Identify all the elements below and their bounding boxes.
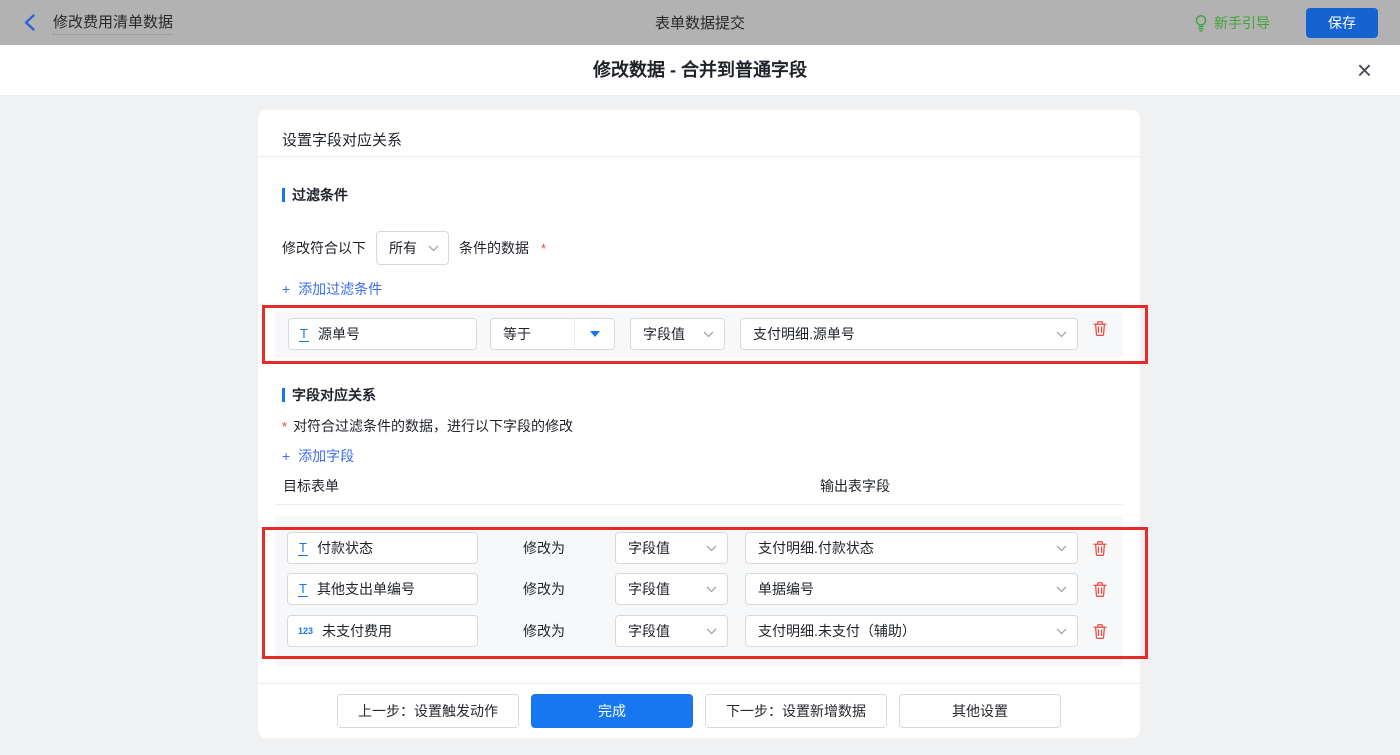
text-field-type-icon: T: [298, 582, 308, 597]
plus-icon: +: [282, 281, 290, 297]
filter-operator-select[interactable]: 等于: [490, 318, 615, 350]
value-type-select[interactable]: 字段值: [615, 615, 728, 647]
filter-match-row: 修改符合以下 所有 条件的数据 *: [282, 231, 546, 265]
chevron-down-icon: [706, 628, 717, 635]
dialog-body: 设置字段对应关系 过滤条件 修改符合以下 所有 条件的数据 * +添加过滤条件 …: [0, 95, 1400, 755]
save-button[interactable]: 保存: [1306, 8, 1378, 38]
chevron-down-icon: [1056, 586, 1067, 593]
filter-value-type-select[interactable]: 字段值: [630, 318, 725, 350]
caret-down-icon: [590, 331, 600, 337]
filter-value-select[interactable]: 支付明细.源单号: [740, 318, 1078, 350]
value-type-select[interactable]: 字段值: [615, 532, 728, 564]
target-field-input[interactable]: T 其他支出单编号: [287, 573, 478, 605]
filter-conditions-list: T 源单号 等于 字段值 支付明细.源单号: [275, 311, 1123, 358]
delete-row-icon[interactable]: [1091, 580, 1109, 598]
number-field-type-icon: 123: [298, 626, 313, 636]
delete-row-icon[interactable]: [1091, 622, 1109, 640]
text-field-type-icon: T: [298, 541, 308, 556]
delete-filter-row-icon[interactable]: [1091, 319, 1109, 337]
section-bar-icon: [282, 388, 285, 402]
target-field-input[interactable]: T 付款状态: [287, 532, 478, 564]
modify-to-label: 修改为: [523, 532, 565, 564]
modify-to-label: 修改为: [523, 573, 565, 605]
panel-title: 设置字段对应关系: [282, 129, 402, 150]
field-mapping-row: T 其他支出单编号 修改为 字段值 单据编号: [275, 573, 1123, 605]
dialog-title: 修改数据 - 合并到普通字段: [0, 45, 1400, 95]
output-field-select[interactable]: 单据编号: [745, 573, 1078, 605]
settings-panel: 设置字段对应关系 过滤条件 修改符合以下 所有 条件的数据 * +添加过滤条件 …: [258, 110, 1140, 738]
text-field-type-icon: T: [299, 327, 309, 342]
field-mapping-row: 123 未支付费用 修改为 字段值 支付明细.未支付（辅助）: [275, 615, 1123, 647]
required-asterisk: *: [282, 419, 287, 434]
next-step-button[interactable]: 下一步：设置新增数据: [705, 694, 887, 728]
chevron-down-icon: [428, 245, 439, 252]
mapping-section-title: 字段对应关系: [282, 385, 376, 405]
dialog-header: 修改数据 - 合并到普通字段 ×: [0, 45, 1400, 95]
other-settings-button[interactable]: 其他设置: [899, 694, 1061, 728]
match-mode-select[interactable]: 所有: [376, 231, 449, 265]
chevron-down-icon: [706, 586, 717, 593]
column-header-output-field: 输出表字段: [820, 476, 890, 496]
footer-actions: 上一步：设置触发动作 完成 下一步：设置新增数据 其他设置: [258, 694, 1140, 728]
operator-dropdown-segment[interactable]: [574, 319, 614, 349]
chevron-down-icon: [1056, 331, 1067, 338]
beginner-guide-link[interactable]: 新手引导: [1194, 13, 1270, 33]
section-bar-icon: [282, 188, 285, 202]
plus-icon: +: [282, 448, 290, 464]
column-header-target-form: 目标表单: [283, 476, 339, 496]
chevron-down-icon: [706, 545, 717, 552]
chevron-down-icon: [1056, 628, 1067, 635]
target-field-input[interactable]: 123 未支付费用: [287, 615, 478, 647]
add-field-link[interactable]: +添加字段: [282, 446, 354, 466]
modify-to-label: 修改为: [523, 615, 565, 647]
filter-field-input[interactable]: T 源单号: [288, 318, 477, 350]
match-prefix-label: 修改符合以下: [282, 238, 366, 258]
close-icon[interactable]: ×: [1357, 55, 1372, 85]
top-bar: 修改费用清单数据 表单数据提交 新手引导 保存: [0, 0, 1400, 45]
prev-step-button[interactable]: 上一步：设置触发动作: [337, 694, 519, 728]
mapping-description: *对符合过滤条件的数据，进行以下字段的修改: [282, 416, 573, 436]
match-suffix-label: 条件的数据: [459, 238, 529, 258]
guide-label: 新手引导: [1214, 13, 1270, 33]
output-field-select[interactable]: 支付明细.未支付（辅助）: [745, 615, 1078, 647]
lightbulb-icon: [1194, 14, 1208, 32]
panel-header-divider: [258, 156, 1140, 157]
page-title: 表单数据提交: [0, 12, 1400, 33]
field-mapping-row: T 付款状态 修改为 字段值 支付明细.付款状态: [275, 532, 1123, 564]
delete-row-icon[interactable]: [1091, 539, 1109, 557]
footer-divider: [258, 683, 1140, 684]
filter-section-title: 过滤条件: [282, 185, 348, 205]
value-type-select[interactable]: 字段值: [615, 573, 728, 605]
add-filter-condition-link[interactable]: +添加过滤条件: [282, 279, 382, 299]
required-asterisk: *: [541, 241, 546, 256]
table-header-divider: [275, 504, 1123, 505]
chevron-down-icon: [1056, 545, 1067, 552]
chevron-down-icon: [703, 331, 714, 338]
output-field-select[interactable]: 支付明细.付款状态: [745, 532, 1078, 564]
field-mapping-list: T 付款状态 修改为 字段值 支付明细.付款状态: [275, 516, 1123, 666]
done-button[interactable]: 完成: [531, 694, 693, 728]
